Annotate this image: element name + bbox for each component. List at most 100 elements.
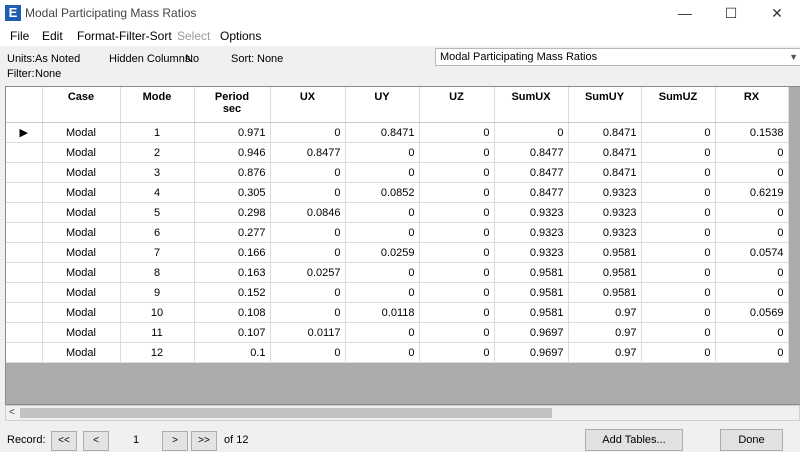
table-cell[interactable]: 0.8471 <box>568 162 642 183</box>
table-cell[interactable]: 0 <box>641 182 716 203</box>
table-cell[interactable]: 0 <box>270 242 346 263</box>
table-cell[interactable]: 0 <box>715 222 789 243</box>
table-cell[interactable]: 0 <box>419 222 495 243</box>
previous-record-button[interactable]: < <box>83 431 109 451</box>
table-row[interactable]: Modal 7 0.166 0 0.0259 0 0.9323 0.9581 0 0.0574 <box>6 242 789 263</box>
column-header-uy[interactable]: UY <box>345 87 420 123</box>
table-cell[interactable]: 0.9581 <box>494 302 569 323</box>
table-cell[interactable]: 0.9323 <box>568 222 642 243</box>
table-cell[interactable]: 0.876 <box>194 162 271 183</box>
column-header-rx[interactable]: RX <box>715 87 789 123</box>
table-row[interactable]: ▶ Modal 1 0.971 0 0.8471 0 0 0.8471 0 0.1538 <box>6 122 789 143</box>
table-cell[interactable]: 0.152 <box>194 282 271 303</box>
table-cell[interactable]: 0.9323 <box>494 202 569 223</box>
close-button[interactable]: ✕ <box>754 0 800 26</box>
table-cell[interactable]: 0.8471 <box>345 122 420 143</box>
table-cell[interactable]: 0 <box>641 222 716 243</box>
done-button[interactable]: Done <box>720 429 783 451</box>
table-cell[interactable]: 0 <box>641 242 716 263</box>
table-cell[interactable]: 0 <box>419 182 495 203</box>
table-cell[interactable]: 0 <box>494 122 569 143</box>
row-selector[interactable] <box>6 202 43 223</box>
table-cell[interactable]: 0 <box>715 322 789 343</box>
table-cell[interactable]: 0.298 <box>194 202 271 223</box>
next-record-button[interactable]: > <box>162 431 188 451</box>
table-cell[interactable]: 0 <box>419 282 495 303</box>
table-cell[interactable]: 0 <box>345 262 420 283</box>
table-cell[interactable]: 0.163 <box>194 262 271 283</box>
table-cell[interactable]: 0 <box>641 262 716 283</box>
table-cell[interactable]: 0.1538 <box>715 122 789 143</box>
column-header-mode[interactable]: Mode <box>120 87 195 123</box>
column-header-uz[interactable]: UZ <box>419 87 495 123</box>
menu-options[interactable]: Options <box>220 29 261 43</box>
table-cell[interactable]: 0 <box>270 162 346 183</box>
table-cell[interactable]: 0.9323 <box>494 222 569 243</box>
first-record-button[interactable]: << <box>51 431 77 451</box>
maximize-button[interactable]: ☐ <box>708 0 754 26</box>
table-cell[interactable]: 3 <box>120 162 195 183</box>
table-cell[interactable]: 0.8477 <box>494 182 569 203</box>
table-cell[interactable]: 0 <box>715 282 789 303</box>
table-row[interactable]: Modal 3 0.876 0 0 0 0.8477 0.8471 0 0 <box>6 162 789 183</box>
table-cell[interactable]: Modal <box>42 302 121 323</box>
table-row[interactable]: Modal 2 0.946 0.8477 0 0 0.8477 0.8471 0 0 <box>6 142 789 163</box>
table-cell[interactable]: 0.971 <box>194 122 271 143</box>
column-header-sumuz[interactable]: SumUZ <box>641 87 716 123</box>
table-cell[interactable]: 0 <box>419 202 495 223</box>
table-cell[interactable]: 0 <box>345 142 420 163</box>
table-cell[interactable]: 0 <box>270 282 346 303</box>
table-cell[interactable]: 12 <box>120 342 195 363</box>
record-number-input[interactable] <box>112 431 160 449</box>
add-tables-button[interactable]: Add Tables... <box>585 429 683 451</box>
row-selector[interactable] <box>6 302 43 323</box>
table-cell[interactable]: 0 <box>715 142 789 163</box>
table-cell[interactable]: 0.8477 <box>270 142 346 163</box>
table-cell[interactable]: 0 <box>270 122 346 143</box>
menu-edit[interactable]: Edit <box>42 29 63 43</box>
table-cell[interactable]: 0.6219 <box>715 182 789 203</box>
table-cell[interactable]: 0.8477 <box>494 142 569 163</box>
table-cell[interactable]: 0.107 <box>194 322 271 343</box>
table-cell[interactable]: 0.166 <box>194 242 271 263</box>
table-cell[interactable]: 0.946 <box>194 142 271 163</box>
table-cell[interactable]: Modal <box>42 162 121 183</box>
row-selector[interactable] <box>6 222 43 243</box>
scroll-left-icon[interactable]: < <box>9 406 15 420</box>
menu-file[interactable]: File <box>10 29 29 43</box>
table-cell[interactable]: Modal <box>42 202 121 223</box>
table-cell[interactable]: 0.0118 <box>345 302 420 323</box>
row-selector[interactable] <box>6 242 43 263</box>
column-header-period[interactable]: Period sec <box>194 87 271 123</box>
data-grid[interactable]: Case Mode Period sec UX UY UZ SumUX SumUY… <box>5 86 800 405</box>
scrollbar-thumb[interactable] <box>20 408 552 418</box>
table-cell[interactable]: 0 <box>641 302 716 323</box>
table-cell[interactable]: Modal <box>42 242 121 263</box>
table-cell[interactable]: 0.8471 <box>568 122 642 143</box>
table-cell[interactable]: 0.9323 <box>568 202 642 223</box>
table-cell[interactable]: 0 <box>345 162 420 183</box>
table-cell[interactable]: 0.9581 <box>568 262 642 283</box>
row-selector[interactable]: ▶ <box>6 122 43 143</box>
table-cell[interactable]: 0.9581 <box>494 282 569 303</box>
row-selector[interactable] <box>6 142 43 163</box>
table-cell[interactable]: 0 <box>641 342 716 363</box>
table-row[interactable]: Modal 9 0.152 0 0 0 0.9581 0.9581 0 0 <box>6 282 789 303</box>
table-row[interactable]: Modal 8 0.163 0.0257 0 0 0.9581 0.9581 0 0 <box>6 262 789 283</box>
table-cell[interactable]: 0 <box>345 322 420 343</box>
table-cell[interactable]: 9 <box>120 282 195 303</box>
table-cell[interactable]: 0 <box>419 142 495 163</box>
table-cell[interactable]: 0 <box>270 342 346 363</box>
table-cell[interactable]: Modal <box>42 262 121 283</box>
table-cell[interactable]: 0.97 <box>568 302 642 323</box>
table-cell[interactable]: 0 <box>715 202 789 223</box>
table-cell[interactable]: 0.97 <box>568 322 642 343</box>
table-cell[interactable]: 0.108 <box>194 302 271 323</box>
table-cell[interactable]: 0.0852 <box>345 182 420 203</box>
table-cell[interactable]: 0.9697 <box>494 342 569 363</box>
table-cell[interactable]: Modal <box>42 222 121 243</box>
table-cell[interactable]: 0.0846 <box>270 202 346 223</box>
table-cell[interactable]: 0.9581 <box>494 262 569 283</box>
table-select-dropdown[interactable]: Modal Participating Mass Ratios ▼ <box>435 48 800 66</box>
horizontal-scrollbar[interactable]: < <box>5 405 800 421</box>
